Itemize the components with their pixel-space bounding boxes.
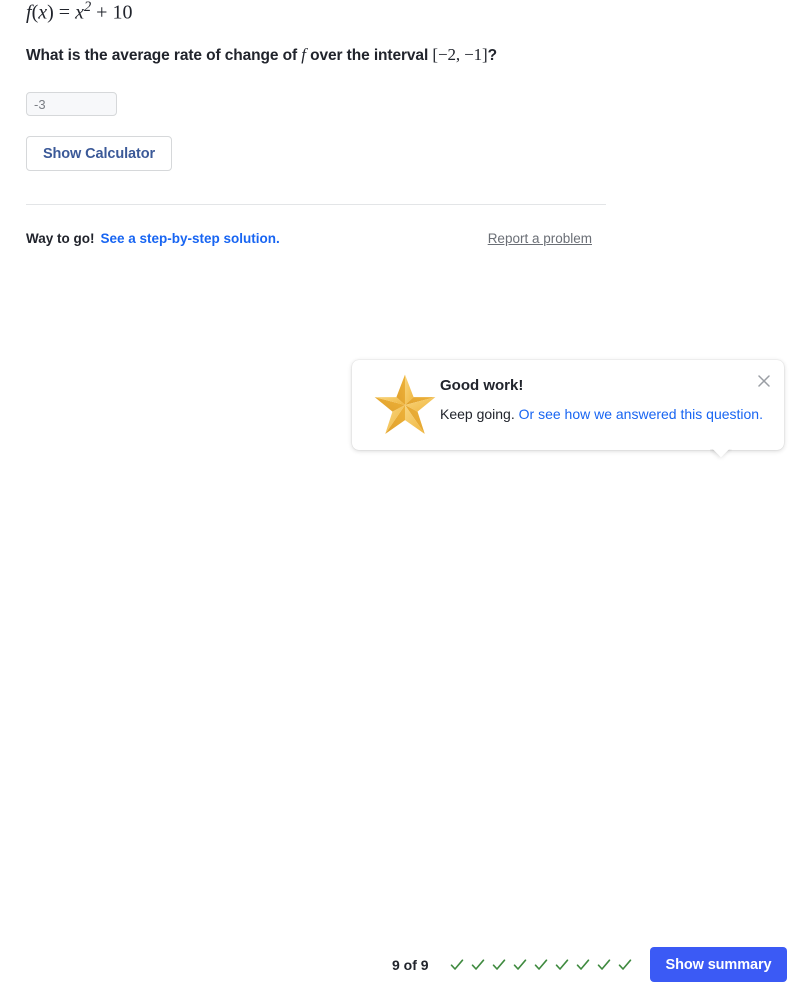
- formula-var: x: [38, 1, 48, 24]
- question-text-part2: over the interval: [310, 47, 429, 64]
- toast-title: Good work!: [440, 377, 524, 394]
- question-interval: [−2, −1]: [432, 45, 488, 64]
- formula-expression: f(x) = x2 + 10: [26, 0, 132, 26]
- praise-text: Way to go!: [26, 231, 95, 246]
- toast-body-text: Keep going.: [440, 406, 515, 422]
- progress-count: 9 of 9: [392, 957, 429, 973]
- answer-input[interactable]: [26, 92, 117, 116]
- check-icon: [555, 959, 569, 970]
- section-divider: [26, 204, 606, 205]
- star-icon: [374, 374, 436, 435]
- formula-plus: +: [96, 1, 108, 24]
- check-icon: [492, 959, 506, 970]
- toast-pointer-tail: [710, 449, 732, 461]
- good-work-toast: Good work! Keep going. Or see how we ans…: [352, 360, 784, 450]
- check-icon: [576, 959, 590, 970]
- formula-base: x: [75, 1, 84, 24]
- toast-body: Keep going. Or see how we answered this …: [440, 404, 763, 424]
- question-text-part3: ?: [487, 47, 497, 64]
- question-fn-symbol: f: [301, 45, 306, 64]
- check-icon: [450, 959, 464, 970]
- check-icon: [534, 959, 548, 970]
- formula-close-paren: ): [47, 1, 54, 24]
- bottom-bar: 9 of 9 Show summary: [0, 470, 800, 982]
- check-icon: [597, 959, 611, 970]
- step-by-step-solution-link[interactable]: See a step-by-step solution.: [101, 231, 280, 246]
- formula-exponent: 2: [83, 0, 92, 15]
- show-summary-button[interactable]: Show summary: [650, 947, 787, 982]
- close-icon[interactable]: [754, 371, 774, 391]
- question-prompt: What is the average rate of change of f …: [26, 44, 497, 67]
- show-calculator-button[interactable]: Show Calculator: [26, 136, 172, 171]
- check-icon: [513, 959, 527, 970]
- question-text-part1: What is the average rate of change of: [26, 47, 298, 64]
- check-icon: [471, 959, 485, 970]
- formula-constant: 10: [112, 1, 133, 24]
- feedback-row: Way to go! See a step-by-step solution. R…: [26, 230, 606, 248]
- see-how-we-answered-link[interactable]: Or see how we answered this question.: [519, 406, 763, 422]
- formula-equals: =: [58, 1, 71, 24]
- report-a-problem-link[interactable]: Report a problem: [488, 230, 592, 248]
- progress-check-list: [450, 954, 632, 976]
- check-icon: [618, 959, 632, 970]
